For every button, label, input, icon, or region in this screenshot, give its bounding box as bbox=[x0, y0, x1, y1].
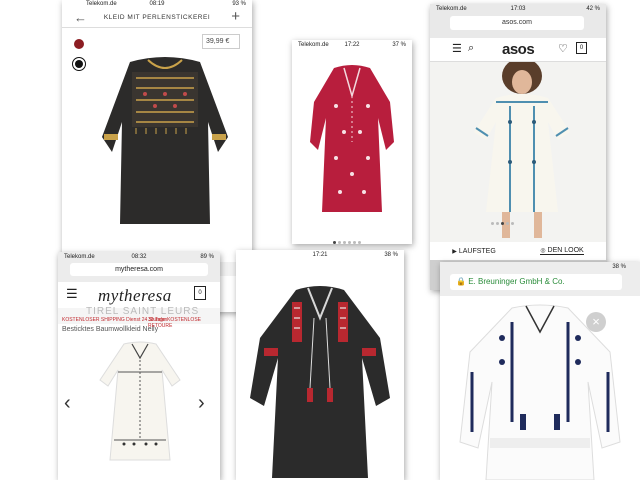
screen-asos: Telekom.de 17:03 42 % asos.com ☰ ⌕ asos … bbox=[430, 4, 606, 290]
page-title: KLEID MIT PERLENSTICKEREI bbox=[103, 14, 211, 21]
screen-mytheresa: Telekom.de 08:32 89 % mytheresa.com ☰ my… bbox=[58, 252, 220, 480]
status-bar: Telekom.de 08:19 93 % bbox=[62, 0, 252, 8]
bag-icon[interactable]: 0 bbox=[576, 42, 587, 54]
hamburger-icon[interactable]: ☰ bbox=[66, 286, 78, 302]
url-text: mytheresa.com bbox=[115, 266, 163, 273]
status-bar: Telekom.de 17:03 42 % bbox=[430, 4, 606, 14]
mytheresa-header: ☰ mytheresa 0 bbox=[58, 282, 220, 308]
screen-black-dress: 17:21 38 % bbox=[236, 250, 404, 480]
laufsteg-label: LAUFSTEG bbox=[458, 247, 496, 255]
mytheresa-logo[interactable]: mytheresa bbox=[98, 286, 172, 306]
time-label: 08:32 bbox=[131, 254, 147, 260]
browser-chrome: 38 % 🔒 E. Breuninger GmbH & Co. bbox=[440, 262, 640, 296]
banner-overlay-text: TIREL SAINT LEURS bbox=[86, 306, 200, 317]
time-label: 17:21 bbox=[312, 252, 328, 258]
url-text: asos.com bbox=[502, 19, 532, 26]
asos-logo[interactable]: asos bbox=[502, 41, 535, 58]
browser-chrome: Telekom.de 08:32 89 % mytheresa.com bbox=[58, 252, 220, 282]
color-swatch-red[interactable] bbox=[74, 39, 84, 49]
product-image-red-dress[interactable] bbox=[300, 62, 404, 234]
heart-icon[interactable]: ♡ bbox=[558, 42, 568, 55]
product-image-black-embroidered-dress[interactable] bbox=[240, 278, 400, 478]
carousel-dots[interactable] bbox=[490, 212, 515, 230]
time-label: 08:19 bbox=[149, 1, 165, 7]
url-bar[interactable]: asos.com bbox=[450, 16, 584, 30]
shipping-right-text: 30 Tage KOSTENLOSE RETOURE bbox=[148, 317, 201, 329]
url-bar[interactable]: 🔒 E. Breuninger GmbH & Co. bbox=[450, 274, 622, 290]
action-bar: ▶ LAUFSTEG ◎ DEN LOOK bbox=[430, 242, 606, 260]
price-label: 39,99 € bbox=[202, 34, 240, 49]
chevron-right-icon[interactable]: › bbox=[198, 392, 205, 415]
chevron-left-icon[interactable]: ‹ bbox=[64, 392, 71, 415]
search-icon[interactable]: ⌕ bbox=[468, 42, 474, 55]
bag-icon[interactable]: 0 bbox=[194, 286, 206, 300]
product-image-white-dress-model[interactable] bbox=[430, 62, 606, 242]
laufsteg-button[interactable]: ▶ LAUFSTEG bbox=[452, 248, 496, 255]
product-image-black-dress[interactable] bbox=[90, 52, 240, 232]
carousel-dots[interactable] bbox=[332, 231, 362, 244]
promo-banner[interactable]: TIREL SAINT LEURS KOSTENLOSER SHIPPING D… bbox=[58, 306, 220, 329]
asos-header: ☰ ⌕ asos ♡ 0 bbox=[430, 38, 606, 62]
lock-icon: 🔒 bbox=[456, 277, 466, 286]
browser-chrome: Telekom.de 17:03 42 % asos.com bbox=[430, 4, 606, 38]
arrow-left-icon[interactable]: ← bbox=[74, 10, 87, 25]
status-bar: 17:21 38 % bbox=[236, 250, 404, 260]
screen-red-dress: Telekom.de 17:22 37 % bbox=[292, 40, 412, 244]
color-swatch-black[interactable] bbox=[72, 57, 86, 71]
den-look-button[interactable]: ◎ DEN LOOK bbox=[540, 247, 584, 255]
product-image-white-dress[interactable] bbox=[88, 340, 192, 480]
url-bar[interactable]: mytheresa.com bbox=[70, 263, 208, 276]
status-bar: 38 % bbox=[440, 262, 640, 272]
screen-breuninger: 38 % 🔒 E. Breuninger GmbH & Co. × bbox=[440, 262, 640, 480]
den-look-label: DEN LOOK bbox=[547, 247, 584, 254]
time-label: 17:03 bbox=[510, 6, 526, 12]
status-bar: Telekom.de 17:22 37 % bbox=[292, 40, 412, 50]
hamburger-icon[interactable]: ☰ bbox=[452, 42, 462, 55]
nav-bar: ← KLEID MIT PERLENSTICKEREI + bbox=[62, 8, 252, 28]
status-bar: Telekom.de 08:32 89 % bbox=[58, 252, 220, 262]
time-label: 17:22 bbox=[344, 42, 360, 48]
url-text: E. Breuninger GmbH & Co. bbox=[468, 277, 565, 286]
battery-label: 38 % bbox=[612, 264, 626, 270]
product-image-white-embroidered-dress[interactable] bbox=[450, 302, 630, 480]
plus-icon[interactable]: + bbox=[231, 8, 240, 25]
